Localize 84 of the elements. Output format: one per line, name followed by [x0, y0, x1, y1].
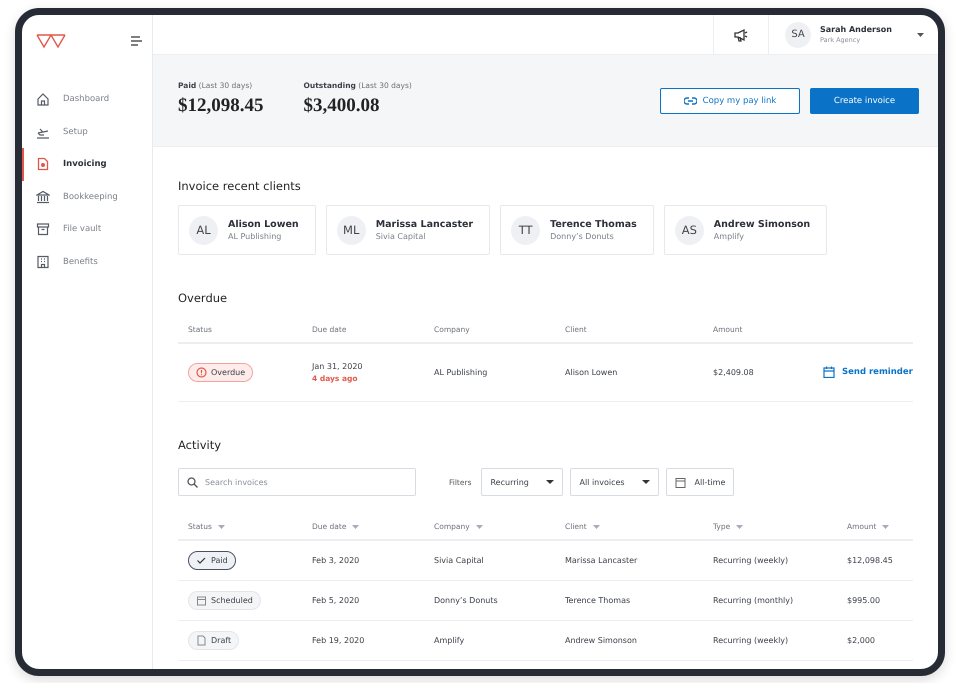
alert-icon	[196, 367, 207, 378]
table-cell-text: Feb 3, 2020	[311, 556, 360, 565]
filter-dropdown[interactable]: All invoices	[570, 468, 660, 496]
table-cell-text: Marissa Lancaster	[564, 556, 638, 565]
document-icon	[196, 635, 207, 646]
table-cell-text: Andrew Simonson	[564, 636, 638, 645]
check-icon	[196, 555, 207, 566]
table-cell-text: AL Publishing	[433, 368, 488, 377]
table-cell-text: $995.00	[846, 596, 882, 605]
stat-amount: $12,098.45	[178, 95, 264, 117]
home-icon	[36, 92, 50, 106]
client-company: Sivia Capital	[376, 232, 426, 241]
caret-icon	[546, 480, 554, 484]
nav-item[interactable]: Setup	[22, 116, 152, 148]
table-cell-text: Donny’s Donuts	[433, 596, 499, 605]
table-cell-text: $2,409.08	[712, 368, 755, 377]
client-name: Andrew Simonson	[714, 219, 810, 230]
logo-icon	[36, 33, 66, 49]
caret-icon	[917, 32, 924, 36]
sort-caret-icon	[882, 524, 890, 528]
table-cell-text: Feb 5, 2020	[311, 596, 360, 605]
client-card[interactable]: AL Alison Lowen AL Publishing	[178, 205, 316, 255]
invoice-icon	[36, 157, 50, 172]
filter-dropdown[interactable]: Recurring	[481, 468, 564, 496]
client-avatar: AL	[189, 216, 218, 244]
status-badge: Draft	[188, 631, 240, 650]
table-cell-text: Recurring (weekly)	[712, 556, 790, 565]
client-name: Alison Lowen	[228, 219, 299, 230]
client-name: Marissa Lancaster	[376, 219, 474, 230]
client-card[interactable]: TT Terence Thomas Donny’s Donuts	[500, 205, 654, 255]
sort-caret-icon	[736, 524, 744, 528]
building-icon	[36, 254, 50, 269]
status-badge: Paid	[188, 551, 236, 570]
sort-caret-icon	[476, 524, 483, 528]
search-field[interactable]: Search invoices	[178, 468, 416, 496]
archive-icon	[36, 222, 50, 236]
table-cell-text: Terence Thomas	[564, 596, 632, 605]
create-invoice-button[interactable]: Create invoice	[810, 88, 919, 114]
nav-item[interactable]: Dashboard	[22, 83, 152, 116]
calendar-icon	[675, 476, 686, 488]
copy-link-button[interactable]: Copy my pay link	[660, 88, 800, 114]
table-cell-text: Alison Lowen	[564, 368, 618, 377]
nav-item[interactable]: File vault	[22, 213, 152, 246]
table-cell-text: Amplify	[433, 636, 466, 645]
nav-item[interactable]: Benefits	[22, 246, 152, 278]
link-icon	[684, 97, 697, 105]
sort-caret-icon	[218, 524, 225, 528]
client-avatar: AS	[674, 216, 704, 244]
user-avatar: SA	[785, 22, 811, 48]
table-cell-text: Recurring (monthly)	[712, 596, 794, 605]
client-avatar: ML	[336, 216, 366, 244]
nav-item[interactable]: Invoicing	[22, 148, 152, 180]
sort-caret-icon	[352, 524, 360, 528]
client-company: Amplify	[714, 232, 745, 241]
table-cell-text: Feb 19, 2020	[311, 636, 366, 645]
sort-caret-icon	[592, 524, 600, 528]
bank-icon	[36, 190, 50, 204]
status-badge: Scheduled	[188, 591, 261, 610]
nav-item[interactable]: Bookkeeping	[22, 180, 152, 213]
client-card[interactable]: AS Andrew Simonson Amplify	[664, 205, 828, 255]
date-filter[interactable]: All-time	[666, 468, 734, 496]
megaphone-icon[interactable]	[734, 28, 748, 42]
calendar-icon	[196, 595, 207, 606]
section-title: Overdue	[178, 291, 228, 307]
section-title: Invoice recent clients	[178, 179, 302, 195]
send-reminder-link[interactable]: Send reminder	[823, 366, 913, 378]
menu-icon[interactable]	[131, 36, 142, 46]
status-badge: Overdue	[188, 363, 254, 382]
client-company: AL Publishing	[228, 232, 282, 241]
search-icon	[187, 476, 198, 488]
client-card[interactable]: ML Marissa Lancaster Sivia Capital	[326, 205, 490, 255]
client-name: Terence Thomas	[550, 219, 637, 230]
calendar-icon	[823, 366, 835, 378]
caret-icon	[642, 480, 650, 484]
table-cell-text: Sivia Capital	[433, 556, 485, 565]
client-company: Donny’s Donuts	[550, 232, 615, 241]
section-title: Activity	[178, 438, 222, 454]
stat-amount: $3,400.08	[304, 95, 380, 117]
table-cell-text: $12,098.45	[846, 556, 894, 565]
table-cell-text: Recurring (weekly)	[712, 636, 790, 645]
client-avatar: TT	[511, 216, 540, 244]
table-cell-text: $2,000	[846, 636, 876, 645]
table-cell-text: Jan 31, 2020	[312, 362, 364, 371]
user-name: Sarah Anderson	[820, 25, 893, 34]
